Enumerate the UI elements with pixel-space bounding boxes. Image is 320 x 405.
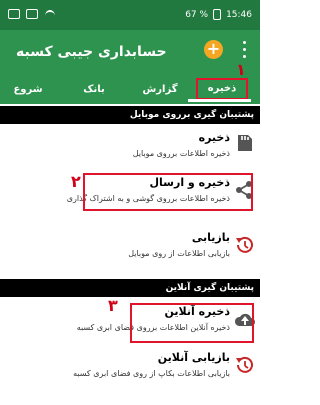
overflow-menu-icon[interactable] <box>243 41 247 58</box>
highlight-online-save <box>130 303 254 343</box>
callout-1: ۱ <box>236 60 246 79</box>
status-right: 67 % 15:46 <box>185 9 252 20</box>
save-title: ذخیره <box>198 131 230 144</box>
battery-percent: 67 % <box>185 9 209 20</box>
tab-report[interactable]: گزارش <box>140 84 180 100</box>
clock: 15:46 <box>226 9 252 20</box>
sim-icon <box>8 9 20 19</box>
restore-icon <box>236 356 253 373</box>
tab-save[interactable]: ذخیره <box>196 78 248 100</box>
restore-title: بازیابی <box>191 231 230 244</box>
save-subtitle: ذخیره اطلاعات برروی موبایل <box>132 149 230 158</box>
highlight-save-send <box>83 173 253 211</box>
section-header-online: پشتیبان گیری آنلاین <box>0 279 260 297</box>
tab-indicator <box>188 99 251 102</box>
wifi-icon <box>44 9 56 19</box>
section-header-mobile: پشتیبان گیری برروی موبایل <box>0 106 260 124</box>
signal-icon <box>26 9 38 19</box>
app-title: حسابداری جیبی کسبه <box>16 44 167 60</box>
tab-bank[interactable]: بانک <box>74 84 114 100</box>
battery-icon <box>213 9 222 20</box>
status-bar: 67 % 15:46 <box>0 0 260 30</box>
list-item-save[interactable]: ذخیره ذخیره اطلاعات برروی موبایل <box>0 127 260 167</box>
list-item-restore[interactable]: بازیابی بازیابی اطلاعات از روی موبایل <box>0 227 260 267</box>
callout-3: ۳ <box>108 296 118 315</box>
online-restore-subtitle: بازیابی اطلاعات بکاپ از روی فضای ابری کس… <box>73 369 230 378</box>
status-left-icons <box>8 9 56 19</box>
tab-start[interactable]: شروع <box>8 84 48 100</box>
callout-2: ۲ <box>71 172 81 191</box>
restore-icon <box>236 236 253 253</box>
add-button[interactable]: + <box>204 40 223 59</box>
list-item-online-restore[interactable]: بازیابی آنلاین بازیابی اطلاعات بکاپ از ر… <box>0 347 260 391</box>
restore-subtitle: بازیابی اطلاعات از روی موبایل <box>128 249 230 258</box>
online-restore-title: بازیابی آنلاین <box>157 351 230 364</box>
sd-card-icon <box>238 135 252 151</box>
